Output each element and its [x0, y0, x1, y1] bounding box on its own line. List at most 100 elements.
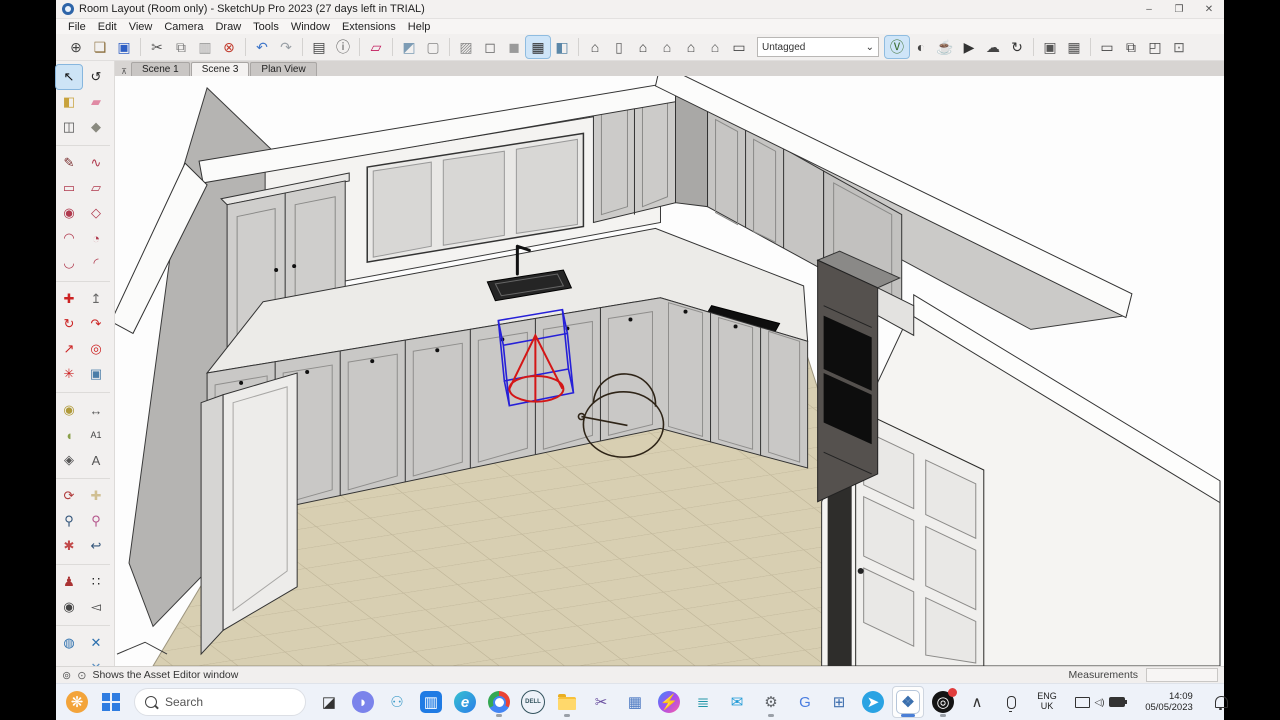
- model-info-icon[interactable]: ⓘ: [331, 36, 355, 58]
- tape-measure-tool[interactable]: ◉: [56, 398, 82, 422]
- scene-tab-scene-1[interactable]: Scene 1: [131, 62, 190, 76]
- style-wireframe-icon[interactable]: ▢: [421, 36, 445, 58]
- start-button[interactable]: [96, 687, 126, 717]
- tray-chevron-icon[interactable]: ∧: [962, 687, 992, 717]
- view-top-icon[interactable]: ⌂: [655, 36, 679, 58]
- print-icon[interactable]: ▤: [307, 36, 331, 58]
- language-indicator[interactable]: ENG UK: [1030, 687, 1064, 717]
- view-cabinet-icon[interactable]: ▯: [607, 36, 631, 58]
- menu-window[interactable]: Window: [285, 21, 336, 33]
- cut-icon[interactable]: ✂: [145, 36, 169, 58]
- axes-star-tool[interactable]: ✳: [56, 362, 82, 386]
- circle-tool[interactable]: ◉: [56, 201, 82, 225]
- vray-batch-render-icon[interactable]: ⧉: [1119, 36, 1143, 58]
- minimize-button[interactable]: –: [1134, 4, 1164, 15]
- restore-button[interactable]: ❐: [1164, 4, 1194, 15]
- settings-icon[interactable]: ⚙: [756, 687, 786, 717]
- vray-asset-editor-icon[interactable]: ◐: [909, 36, 933, 58]
- orbit-tool[interactable]: ⟳: [56, 484, 82, 508]
- system-tray-icons[interactable]: ◁): [1068, 687, 1132, 717]
- paste-icon[interactable]: ▥: [193, 36, 217, 58]
- menu-camera[interactable]: Camera: [158, 21, 209, 33]
- scene-tab-scene-3[interactable]: Scene 3: [190, 62, 250, 76]
- freehand-tool[interactable]: ∿: [83, 151, 109, 175]
- vray-lock-camera-icon[interactable]: ⊡: [1167, 36, 1191, 58]
- style-shaded-textures-icon[interactable]: ◧: [550, 36, 574, 58]
- view-side-icon[interactable]: ⌂: [703, 36, 727, 58]
- vray-render-region-icon[interactable]: ◰: [1143, 36, 1167, 58]
- pan-tool[interactable]: ✚: [83, 484, 109, 508]
- style-back-edges-icon[interactable]: ▦: [525, 35, 551, 59]
- vray-render-interactive-icon[interactable]: ▶: [957, 36, 981, 58]
- clock[interactable]: 14:09 05/05/2023: [1136, 687, 1202, 717]
- claim-icon[interactable]: ⊙: [77, 669, 86, 682]
- widgets-icon[interactable]: ❋: [62, 687, 92, 717]
- paint-bucket-tool[interactable]: ◧: [56, 90, 82, 114]
- task-view-icon[interactable]: ◪: [314, 687, 344, 717]
- measurements-input[interactable]: [1146, 668, 1218, 682]
- view-front-icon[interactable]: ⌂: [631, 36, 655, 58]
- calculator-icon[interactable]: ⊞: [824, 687, 854, 717]
- zoom-extents-tool[interactable]: ✱: [56, 534, 82, 558]
- offset-tool[interactable]: ◎: [83, 337, 109, 361]
- rectangle-tool[interactable]: ▭: [56, 176, 82, 200]
- view-iso-icon[interactable]: ⌂: [583, 36, 607, 58]
- style-xray-icon[interactable]: ▨: [454, 36, 478, 58]
- vray-light-gen-tool[interactable]: ◍: [56, 631, 82, 655]
- rotate-tool[interactable]: ↻: [56, 312, 82, 336]
- menu-tools[interactable]: Tools: [247, 21, 285, 33]
- eraser-tool[interactable]: ▰: [83, 90, 109, 114]
- dell-icon[interactable]: DELL: [518, 687, 548, 717]
- pin-icon[interactable]: ⊼: [117, 67, 131, 76]
- vray-render-icon[interactable]: ☕: [933, 36, 957, 58]
- text-tool[interactable]: A1: [83, 423, 109, 447]
- messenger-icon[interactable]: ⚡: [654, 687, 684, 717]
- copy-icon[interactable]: ⧉: [169, 36, 193, 58]
- field-of-view-tool[interactable]: ◅: [83, 595, 109, 619]
- new-icon[interactable]: ⊕: [64, 36, 88, 58]
- lasso-select-tool[interactable]: ↺: [83, 65, 109, 89]
- teams-chat-icon[interactable]: ◗: [348, 687, 378, 717]
- vray-scatter-tool[interactable]: ✕: [83, 631, 109, 655]
- vray-frame-buffer-icon[interactable]: ▭: [1095, 36, 1119, 58]
- vray-cloud-render-icon[interactable]: ☁: [981, 36, 1005, 58]
- solid-tools[interactable]: ▣: [83, 362, 109, 386]
- make-component-tool[interactable]: ◫: [56, 115, 82, 139]
- microsoft-store-icon[interactable]: ▥: [416, 687, 446, 717]
- polygon-tool[interactable]: ◇: [83, 201, 109, 225]
- look-around-tool[interactable]: ◉: [56, 595, 82, 619]
- menu-draw[interactable]: Draw: [209, 21, 247, 33]
- glue-tool[interactable]: ◆: [83, 115, 109, 139]
- geolocation-icon[interactable]: ⊚: [62, 669, 71, 682]
- notification-bell-icon[interactable]: [1206, 687, 1236, 717]
- edge-icon[interactable]: e: [450, 687, 480, 717]
- three-point-arc-tool[interactable]: ◜: [83, 251, 109, 275]
- close-button[interactable]: ✕: [1194, 4, 1224, 15]
- axes-tool[interactable]: ◈: [56, 448, 82, 472]
- search-input[interactable]: Search: [134, 688, 306, 716]
- style-hidden-line-icon[interactable]: ◻: [478, 36, 502, 58]
- zoom-window-tool[interactable]: ⚲: [83, 509, 109, 533]
- follow-me-tool[interactable]: ↷: [83, 312, 109, 336]
- file-explorer-icon[interactable]: [552, 687, 582, 717]
- chrome-icon[interactable]: [484, 687, 514, 717]
- snipping-tool-icon[interactable]: ✂: [586, 687, 616, 717]
- vray-logo-icon[interactable]: Ⓥ: [884, 35, 910, 59]
- move-tool[interactable]: ✚: [56, 287, 82, 311]
- sketchup-icon[interactable]: ❖: [892, 686, 924, 718]
- save-icon[interactable]: ▣: [112, 36, 136, 58]
- vray-viewport-render-icon[interactable]: ▣: [1038, 36, 1062, 58]
- 3d-viewport[interactable]: [115, 76, 1224, 666]
- position-camera-tool[interactable]: ♟: [56, 570, 82, 594]
- vray-update-icon[interactable]: ↻: [1005, 36, 1029, 58]
- menu-file[interactable]: File: [62, 21, 92, 33]
- two-point-arc-tool[interactable]: ◡: [56, 251, 82, 275]
- walk-tool[interactable]: ∷: [83, 570, 109, 594]
- 3d-text-tool[interactable]: A: [83, 448, 109, 472]
- style-textured-cube-icon[interactable]: ◩: [397, 36, 421, 58]
- voice-access-icon[interactable]: ⚇: [382, 687, 412, 717]
- rotated-rectangle-tool[interactable]: ▱: [83, 176, 109, 200]
- mail-icon[interactable]: ✉: [722, 687, 752, 717]
- arc-tool[interactable]: ◠: [56, 226, 82, 250]
- delete-icon[interactable]: ⊗: [217, 36, 241, 58]
